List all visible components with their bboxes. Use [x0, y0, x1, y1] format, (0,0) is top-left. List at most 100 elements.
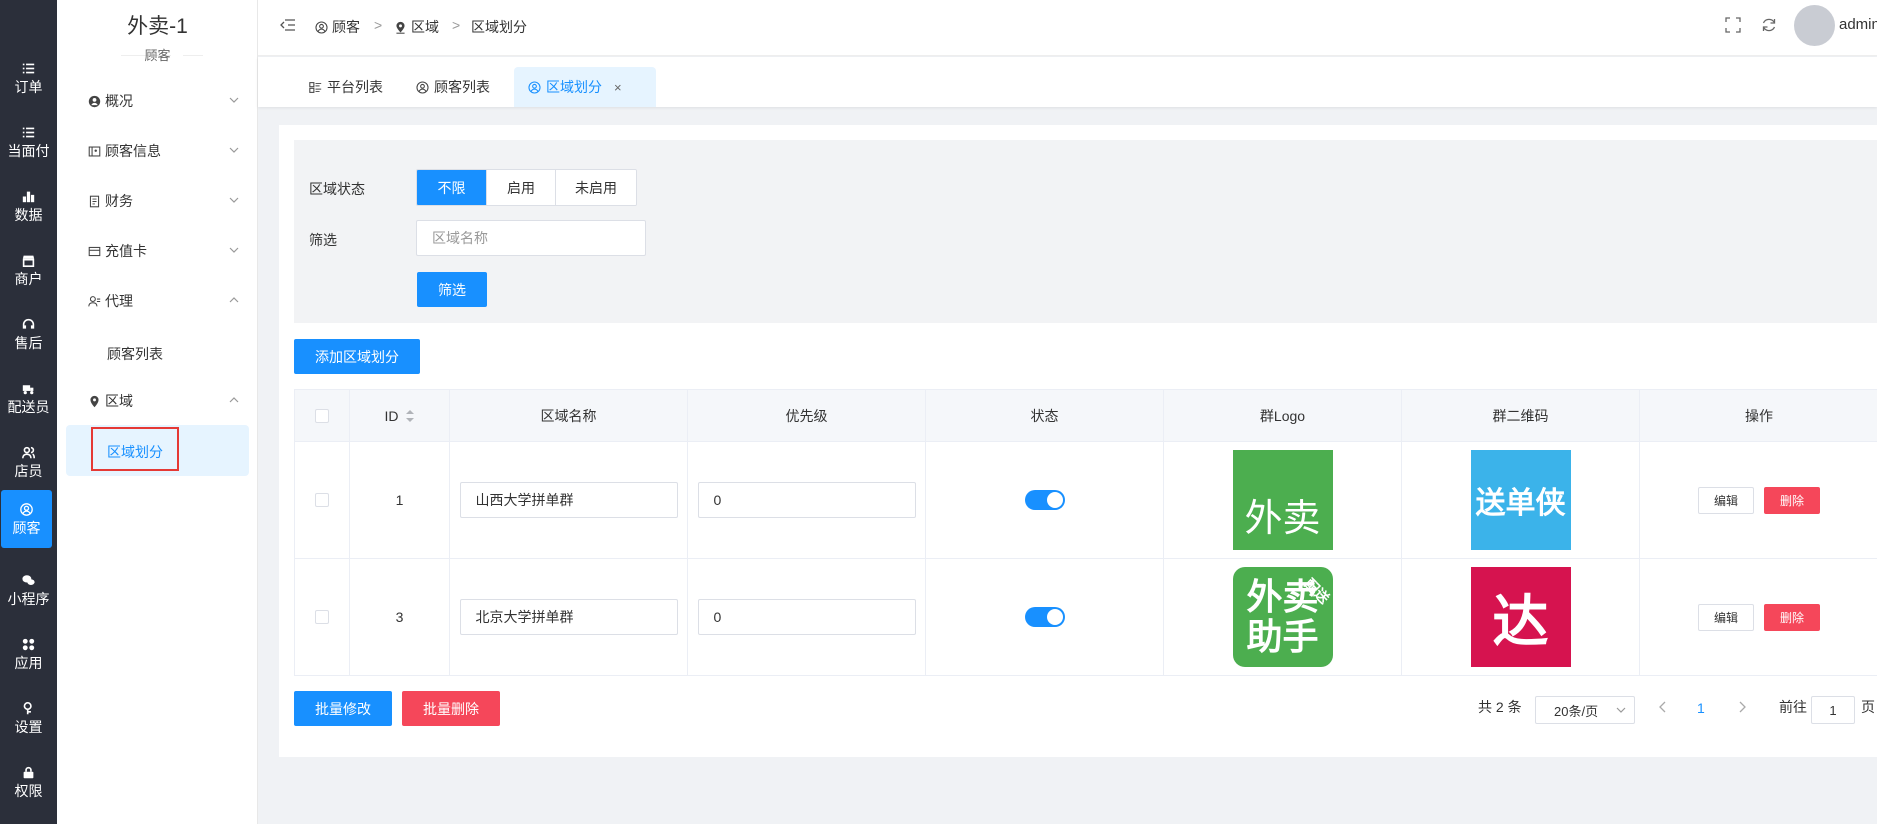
- menu-label: 区域: [105, 393, 133, 409]
- headset-icon: [22, 318, 36, 332]
- filter-button[interactable]: 筛选: [417, 272, 487, 307]
- user-list-icon: [87, 294, 101, 308]
- chevron-up-icon: [229, 397, 239, 403]
- sort-icon[interactable]: [405, 409, 415, 423]
- row-checkbox[interactable]: [315, 493, 329, 507]
- delete-button[interactable]: 删除: [1764, 486, 1820, 514]
- breadcrumb-separator: >: [452, 17, 461, 33]
- select-all-checkbox[interactable]: [315, 409, 329, 423]
- group-logo-image: 外卖: [1232, 450, 1333, 550]
- nav-item-apps[interactable]: 应用: [0, 625, 57, 683]
- bulk-edit-button[interactable]: 批量修改: [294, 691, 392, 726]
- nav-item-permission[interactable]: 权限: [0, 753, 57, 811]
- wechat-icon: [22, 574, 36, 588]
- menu-region[interactable]: 区域: [87, 388, 247, 414]
- nav-item-customer[interactable]: 顾客: [1, 490, 52, 548]
- page-suffix: 页: [1861, 699, 1875, 715]
- user-circle-icon: [87, 94, 101, 108]
- status-toggle[interactable]: [1024, 607, 1065, 627]
- pagination-total: 共 2 条: [1478, 699, 1522, 715]
- main-nav: 订单 当面付 数据 商户 售后 配送员 店员 顾客 小程序 应用 设置 权限: [0, 0, 57, 824]
- cell-status: [926, 559, 1164, 675]
- breadcrumb-region[interactable]: 区域: [394, 17, 439, 37]
- search-filter-label: 筛选: [309, 232, 337, 248]
- tab-platform-list[interactable]: 平台列表: [295, 67, 397, 107]
- priority-field[interactable]: 0: [697, 599, 916, 635]
- current-page[interactable]: 1: [1697, 700, 1705, 716]
- delete-button[interactable]: 删除: [1764, 603, 1820, 631]
- nav-item-miniapp[interactable]: 小程序: [0, 561, 57, 619]
- qrcode-text: 送单侠: [1475, 487, 1566, 520]
- header-id[interactable]: ID: [350, 390, 450, 442]
- breadcrumb-separator: >: [374, 17, 383, 33]
- row-checkbox[interactable]: [315, 610, 329, 624]
- nav-item-aftersale[interactable]: 售后: [0, 305, 57, 363]
- submenu-customer-list[interactable]: 顾客列表: [107, 344, 163, 364]
- lock-icon: [22, 766, 36, 780]
- prev-page-icon[interactable]: [1657, 700, 1669, 714]
- menu-customer-info[interactable]: 顾客信息: [87, 138, 247, 164]
- nav-item-data[interactable]: 数据: [0, 177, 57, 235]
- breadcrumb-customer[interactable]: 顾客: [315, 17, 360, 37]
- location-icon: [396, 21, 405, 34]
- nav-item-settings[interactable]: 设置: [0, 689, 57, 747]
- menu-agent[interactable]: 代理: [87, 288, 247, 314]
- nav-label: 当面付: [7, 142, 50, 159]
- nav-item-courier[interactable]: 配送员: [0, 369, 57, 427]
- status-filter-label: 区域状态: [309, 181, 365, 197]
- bulk-delete-button[interactable]: 批量删除: [402, 691, 500, 726]
- edit-button[interactable]: 编辑: [1698, 486, 1754, 514]
- tab-region-division[interactable]: 区域划分 ×: [514, 67, 656, 107]
- menu-finance[interactable]: 财务: [87, 188, 247, 214]
- breadcrumb-label: 顾客: [332, 19, 360, 35]
- tab-customer-list[interactable]: 顾客列表: [402, 67, 504, 107]
- row-select-cell: [295, 442, 350, 558]
- menu-recharge-card[interactable]: 充值卡: [87, 238, 247, 264]
- header-actions: 操作: [1745, 408, 1773, 424]
- nav-label: 设置: [14, 718, 43, 735]
- region-name-field[interactable]: 山西大学拼单群: [459, 482, 678, 518]
- refresh-icon[interactable]: [1761, 17, 1777, 33]
- nav-item-orders[interactable]: 订单: [0, 49, 57, 107]
- nav-label: 订单: [14, 78, 43, 95]
- status-option-all[interactable]: 不限: [417, 170, 486, 205]
- region-table: ID 区域名称 优先级 状态 群Logo 群二维码 操作 1 山西大学拼单群 0…: [294, 389, 1877, 676]
- region-name-field[interactable]: 北京大学拼单群: [459, 599, 678, 635]
- menu-label: 概况: [105, 93, 133, 109]
- status-segmented: 不限 启用 未启用: [416, 169, 637, 206]
- collapse-menu-icon[interactable]: [280, 17, 296, 33]
- chevron-down-icon: [229, 247, 239, 253]
- close-icon[interactable]: ×: [614, 80, 622, 95]
- goto-page-input[interactable]: 1: [1811, 696, 1855, 724]
- nav-item-staff[interactable]: 店员: [0, 433, 57, 491]
- edit-button[interactable]: 编辑: [1698, 603, 1754, 631]
- tab-label: 区域划分: [546, 79, 602, 95]
- status-option-disabled[interactable]: 未启用: [555, 170, 636, 205]
- submenu-region-division[interactable]: 区域划分: [107, 442, 163, 462]
- header-name: 区域名称: [450, 390, 688, 442]
- page-size-select[interactable]: 20条/页: [1535, 696, 1635, 724]
- status-toggle[interactable]: [1024, 490, 1065, 510]
- fullscreen-icon[interactable]: [1725, 17, 1741, 33]
- cell-status: [926, 442, 1164, 558]
- region-name-input[interactable]: 区域名称: [416, 220, 646, 256]
- header-label: ID: [384, 408, 399, 424]
- add-region-button[interactable]: 添加区域划分: [294, 339, 420, 374]
- next-page-icon[interactable]: [1736, 700, 1748, 714]
- status-option-enabled[interactable]: 启用: [486, 170, 555, 205]
- cell-logo: 外卖 助手 配送: [1164, 559, 1402, 675]
- apps-icon: [22, 638, 36, 652]
- nav-item-pay[interactable]: 当面付: [0, 113, 57, 171]
- menu-label: 充值卡: [105, 243, 147, 259]
- cell-id: 1: [350, 442, 450, 558]
- priority-field[interactable]: 0: [697, 482, 916, 518]
- nav-label: 配送员: [7, 398, 50, 415]
- header-qrcode: 群二维码: [1402, 390, 1640, 442]
- username[interactable]: admin: [1839, 16, 1877, 33]
- menu-overview[interactable]: 概况: [87, 88, 247, 114]
- user-circle-icon: [416, 80, 429, 94]
- nav-item-merchant[interactable]: 商户: [0, 241, 57, 299]
- cell-logo: 外卖: [1164, 442, 1402, 558]
- avatar[interactable]: [1794, 5, 1835, 46]
- table-row: 3 北京大学拼单群 0 外卖 助手 配送 达 编辑 删除: [295, 559, 1877, 676]
